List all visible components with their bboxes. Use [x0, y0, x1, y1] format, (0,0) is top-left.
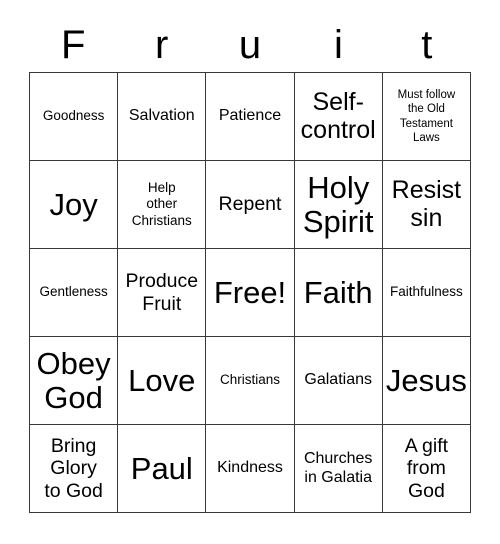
bingo-cell-r3c1[interactable]: Gentleness	[30, 249, 119, 337]
bingo-cell-r2c4[interactable]: Holy Spirit	[294, 161, 383, 249]
bingo-cell-r5c2[interactable]: Paul	[118, 425, 207, 513]
bingo-cell-r4c4[interactable]: Galatians	[294, 337, 383, 425]
bingo-cell-label: Faith	[303, 274, 373, 310]
bingo-cell-label: Galatians	[304, 371, 372, 389]
bingo-cell-r4c5[interactable]: Jesus	[382, 337, 471, 425]
bingo-card: F r u i t Goodness Salvation Patience Self-…	[0, 0, 500, 544]
bingo-cell-label: Repent	[218, 193, 282, 216]
title-letter-4: i	[333, 23, 343, 67]
bingo-cell-label: Faithfulness	[389, 284, 463, 300]
bingo-cell-label: Patience	[218, 107, 282, 125]
bingo-cell-label: Resist sin	[391, 176, 462, 232]
bingo-cell-label: Love	[128, 362, 196, 398]
bingo-cell-label: Goodness	[42, 108, 105, 124]
title-letter-1: F	[60, 23, 86, 67]
bingo-cell-label: Kindness	[217, 459, 283, 477]
bingo-cell-label: A gift from God	[404, 434, 449, 502]
bingo-cell-label: Gentleness	[39, 284, 108, 300]
bingo-cell-r4c2[interactable]: Love	[118, 337, 207, 425]
bingo-cell-label: Must follow the Old Testament Laws	[397, 89, 456, 144]
bingo-cell-label: Free!	[213, 274, 287, 310]
bingo-cell-r4c1[interactable]: Obey God	[30, 337, 119, 425]
card-title: F r u i t	[29, 18, 471, 72]
bingo-cell-r1c2[interactable]: Salvation	[118, 73, 207, 161]
bingo-cell-r2c5[interactable]: Resist sin	[382, 161, 471, 249]
bingo-cell-label: Self- control	[300, 88, 376, 144]
bingo-grid: Goodness Salvation Patience Self- control Mu…	[29, 72, 471, 513]
title-letter-2: r	[154, 23, 169, 67]
bingo-cell-label: Help other Christians	[131, 180, 192, 228]
bingo-cell-label: Holy Spirit	[302, 170, 374, 239]
bingo-cell-r5c3[interactable]: Kindness	[206, 425, 295, 513]
bingo-cell-r3c4[interactable]: Faith	[294, 249, 383, 337]
bingo-cell-r1c5[interactable]: Must follow the Old Testament Laws	[382, 73, 471, 161]
bingo-cell-r1c1[interactable]: Goodness	[30, 73, 119, 161]
bingo-cell-r2c1[interactable]: Joy	[30, 161, 119, 249]
bingo-cell-r2c3[interactable]: Repent	[206, 161, 295, 249]
title-letter-3: u	[238, 23, 262, 67]
bingo-cell-label: Churches in Galatia	[303, 449, 373, 486]
bingo-cell-label: Christians	[219, 372, 280, 388]
bingo-cell-label: Jesus	[385, 362, 467, 398]
bingo-cell-r3c5[interactable]: Faithfulness	[382, 249, 471, 337]
bingo-cell-label: Paul	[130, 450, 193, 486]
bingo-cell-label: Obey God	[36, 346, 111, 415]
bingo-cell-r3c2[interactable]: Produce Fruit	[118, 249, 207, 337]
bingo-cell-label: Produce Fruit	[125, 270, 199, 315]
bingo-cell-r1c3[interactable]: Patience	[206, 73, 295, 161]
bingo-cell-r3c3[interactable]: Free!	[206, 249, 295, 337]
bingo-cell-r2c2[interactable]: Help other Christians	[118, 161, 207, 249]
bingo-cell-label: Bring Glory to God	[44, 434, 103, 502]
bingo-cell-label: Salvation	[128, 107, 195, 125]
bingo-cell-r4c3[interactable]: Christians	[206, 337, 295, 425]
bingo-cell-r5c4[interactable]: Churches in Galatia	[294, 425, 383, 513]
bingo-cell-r5c5[interactable]: A gift from God	[382, 425, 471, 513]
title-letter-5: t	[421, 23, 433, 67]
bingo-cell-label: Joy	[49, 186, 98, 222]
bingo-cell-r1c4[interactable]: Self- control	[294, 73, 383, 161]
bingo-cell-r5c1[interactable]: Bring Glory to God	[30, 425, 119, 513]
